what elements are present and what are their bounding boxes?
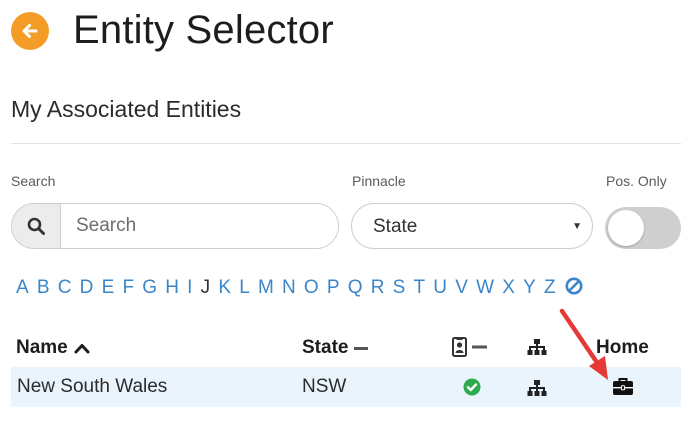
pos-only-label: Pos. Only <box>606 173 667 189</box>
column-header-badge[interactable] <box>452 337 490 362</box>
letter-filter-f[interactable]: F <box>122 277 134 299</box>
sort-up-icon <box>74 344 90 354</box>
sitemap-icon <box>527 380 547 396</box>
section-title: My Associated Entities <box>11 96 242 122</box>
letter-filter-w[interactable]: W <box>476 277 494 299</box>
letter-filter-k[interactable]: K <box>218 277 231 299</box>
column-header-state-label: State <box>302 337 349 358</box>
letter-filter-n[interactable]: N <box>282 277 296 299</box>
pinnacle-select[interactable]: State ▼ <box>351 203 593 249</box>
sitemap-icon <box>527 339 547 355</box>
letter-filter-e[interactable]: E <box>102 277 115 299</box>
letter-filter-o[interactable]: O <box>304 277 319 299</box>
column-header-name-label: Name <box>16 337 68 358</box>
letter-filter-y[interactable]: Y <box>523 277 536 299</box>
row-hierarchy-button[interactable] <box>527 379 547 402</box>
letter-filter-r[interactable]: R <box>371 277 385 299</box>
row-name: New South Wales <box>17 376 168 397</box>
search-input[interactable] <box>61 204 338 248</box>
letter-filter-g[interactable]: G <box>142 277 157 299</box>
letter-filter-s[interactable]: S <box>393 277 406 299</box>
search-group <box>11 203 339 249</box>
letter-filter-u[interactable]: U <box>433 277 447 299</box>
column-header-name[interactable]: Name <box>16 337 90 359</box>
row-state: NSW <box>302 376 347 397</box>
column-header-home: Home <box>596 337 649 358</box>
letter-filter-x[interactable]: X <box>502 277 515 299</box>
letter-filter-j[interactable]: J <box>201 277 211 299</box>
arrow-left-icon <box>22 24 38 38</box>
letter-filter-a[interactable]: A <box>16 277 29 299</box>
back-button[interactable] <box>11 12 49 50</box>
letter-filter-p[interactable]: P <box>327 277 340 299</box>
id-badge-icon <box>452 337 487 357</box>
letter-filter-l[interactable]: L <box>239 277 250 299</box>
caret-down-icon: ▼ <box>572 221 582 232</box>
divider <box>11 143 681 144</box>
letter-filter-h[interactable]: H <box>165 277 179 299</box>
minus-icon <box>354 346 369 350</box>
pinnacle-label: Pinnacle <box>352 173 406 189</box>
toggle-knob <box>608 210 644 246</box>
letter-filter-v[interactable]: V <box>455 277 468 299</box>
letter-filter-z[interactable]: Z <box>544 277 556 299</box>
briefcase-icon <box>613 378 633 395</box>
letter-filter-t[interactable]: T <box>414 277 426 299</box>
column-header-hierarchy[interactable] <box>527 338 547 361</box>
column-header-state[interactable]: State <box>302 337 369 359</box>
row-positions-indicator <box>463 378 481 401</box>
pinnacle-select-value: State <box>373 216 418 237</box>
page-title: Entity Selector <box>73 8 334 52</box>
letter-filter-q[interactable]: Q <box>348 277 363 299</box>
search-label: Search <box>11 173 56 189</box>
ban-icon[interactable] <box>565 277 583 300</box>
letter-filter-d[interactable]: D <box>80 277 94 299</box>
row-home-button[interactable] <box>612 377 634 401</box>
check-circle-icon <box>463 378 481 396</box>
search-icon <box>27 217 45 235</box>
letter-filter-m[interactable]: M <box>258 277 274 299</box>
letter-filter-b[interactable]: B <box>37 277 50 299</box>
alphabet-filter: ABCDEFGHIJKLMNOPQRSTUVWXYZ <box>16 276 583 300</box>
search-addon[interactable] <box>12 204 61 248</box>
pos-only-toggle[interactable] <box>605 207 681 249</box>
letter-filter-i[interactable]: I <box>187 277 192 299</box>
letter-filter-c[interactable]: C <box>58 277 72 299</box>
